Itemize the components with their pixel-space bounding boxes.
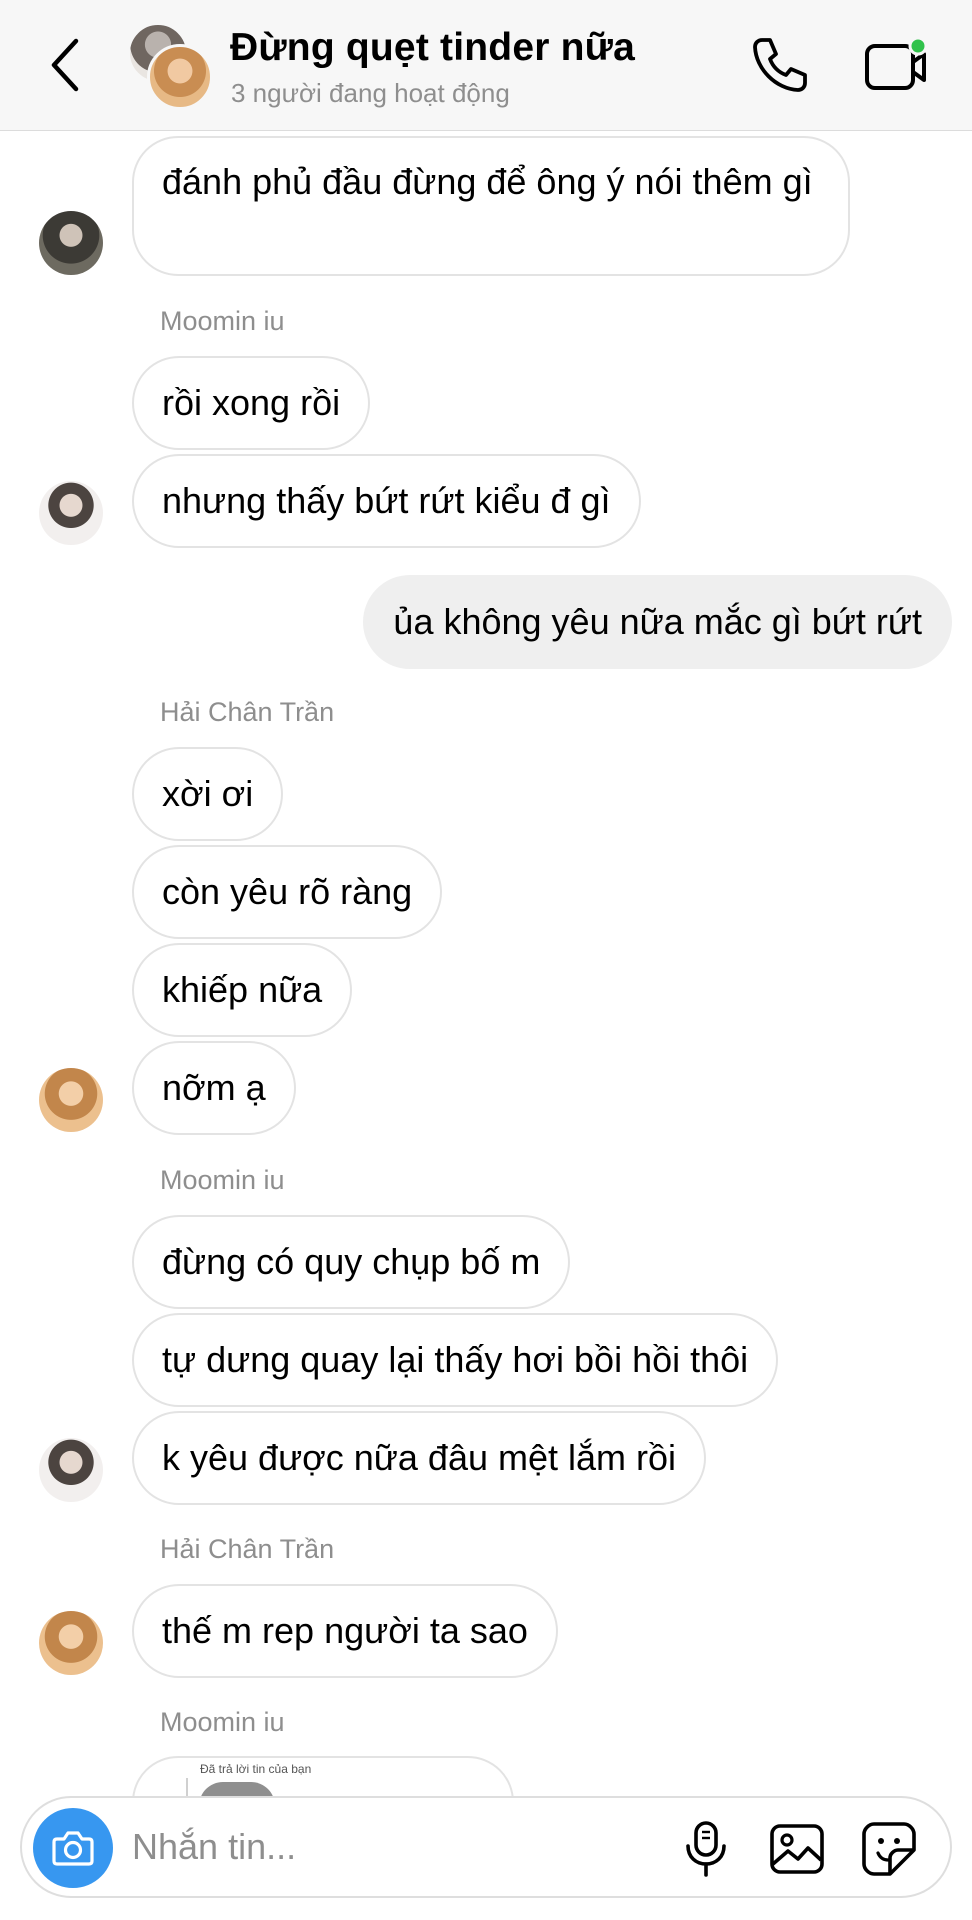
composer-area [0, 1796, 972, 1920]
chat-title[interactable]: Đừng quẹt tinder nữa [230, 26, 635, 70]
sticker-icon [862, 1822, 916, 1876]
sender-name: Moomin iu [160, 1707, 285, 1737]
active-status: 3 người đang hoạt động [231, 78, 510, 108]
sender-name: Hải Chân Trần [160, 697, 335, 727]
gallery-button[interactable] [768, 1820, 826, 1878]
message-bubble[interactable]: tự dưng quay lại thấy hơi bồi hồi thôi [132, 1313, 779, 1407]
member-avatar-2 [147, 44, 213, 110]
microphone-icon [686, 1821, 726, 1877]
chat-header: Đừng quẹt tinder nữa 3 người đang hoạt đ… [0, 0, 972, 131]
video-call-button[interactable] [862, 34, 930, 96]
message-bubble[interactable]: còn yêu rõ ràng [132, 845, 443, 939]
sender-avatar[interactable] [39, 481, 103, 545]
sender-avatar[interactable] [39, 1611, 103, 1675]
message-input[interactable] [132, 1822, 532, 1872]
sender-avatar[interactable] [39, 211, 103, 275]
message-bubble[interactable]: nhưng thấy bứt rứt kiểu đ gì [132, 454, 641, 548]
sender-avatar[interactable] [39, 1068, 103, 1132]
message-bubble[interactable]: khiếp nữa [132, 943, 353, 1037]
gallery-icon [770, 1824, 824, 1874]
message-bubble[interactable]: xời ơi [132, 747, 284, 841]
sender-name: Hải Chân Trần [160, 1534, 335, 1564]
reply-label: Đã trả lời tin của bạn [200, 1762, 312, 1776]
my-message-bubble[interactable]: ủa không yêu nữa mắc gì bứt rứt [363, 575, 952, 669]
sender-name: Moomin iu [160, 1165, 285, 1195]
group-avatar[interactable] [127, 22, 215, 110]
camera-icon [52, 1831, 94, 1866]
voice-message-button[interactable] [678, 1820, 734, 1878]
video-camera-icon [865, 36, 928, 90]
back-button[interactable] [40, 34, 90, 96]
back-icon [51, 38, 79, 92]
message-bubble[interactable]: thế m rep người ta sao [132, 1584, 558, 1678]
camera-button[interactable] [33, 1808, 113, 1888]
voice-call-button[interactable] [748, 34, 810, 96]
message-bubble[interactable]: đừng có quy chụp bố m [132, 1215, 571, 1309]
sticker-button[interactable] [860, 1820, 918, 1878]
message-composer [20, 1796, 952, 1898]
sender-name: Moomin iu [160, 306, 285, 336]
active-dot [908, 36, 928, 56]
message-bubble[interactable]: nỡm ạ [132, 1041, 296, 1135]
sender-avatar[interactable] [39, 1438, 103, 1502]
message-thread[interactable]: đánh phủ đầu đừng để ông ý nói thêm gì M… [0, 131, 972, 1796]
message-bubble[interactable]: k yêu được nữa đâu mệt lắm rồi [132, 1411, 707, 1505]
message-bubble[interactable]: đánh phủ đầu đừng để ông ý nói thêm gì [132, 136, 850, 276]
phone-icon [753, 38, 807, 92]
message-bubble[interactable]: rồi xong rồi [132, 356, 371, 450]
